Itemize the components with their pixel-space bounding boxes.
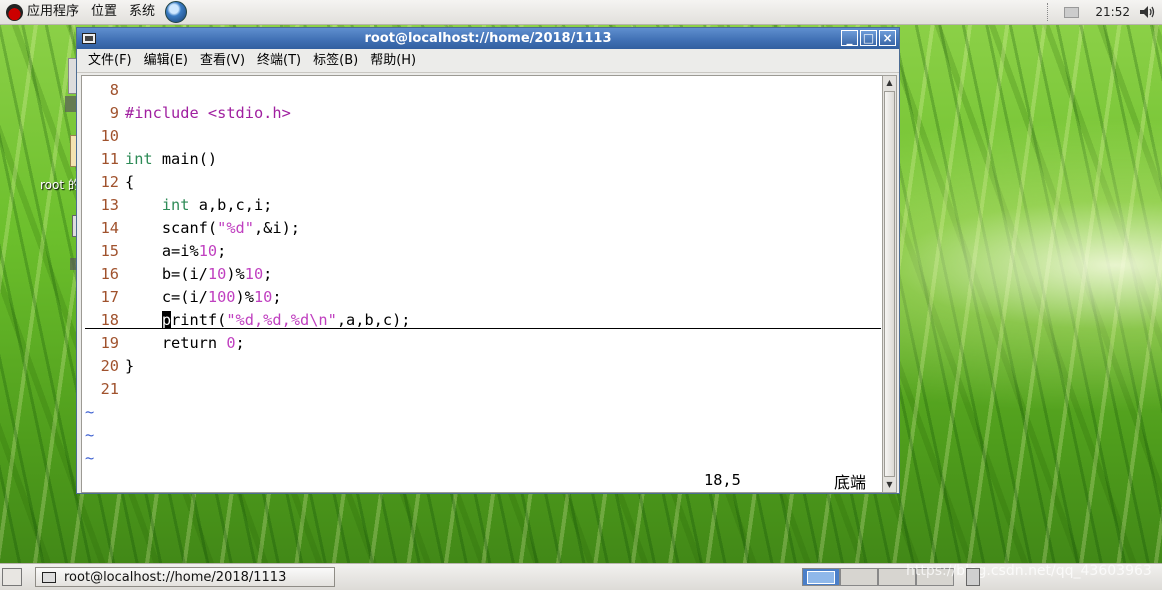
bottom-panel: root@localhost://home/2018/1113 https://… xyxy=(0,563,1162,590)
redhat-icon xyxy=(6,3,23,21)
code-text: b=(i/10)%10; xyxy=(125,265,273,283)
code-line: 19 return 0; xyxy=(85,332,411,355)
cursor-line-underline xyxy=(85,328,881,329)
menu-terminal[interactable]: 终端(T) xyxy=(251,49,307,72)
clock[interactable]: 21:52 xyxy=(1095,5,1130,19)
places-menu[interactable]: 位置 xyxy=(85,0,123,24)
minimize-button[interactable]: _ xyxy=(841,30,858,46)
system-menu[interactable]: 系统 xyxy=(123,0,161,24)
line-number: 14 xyxy=(100,219,119,237)
empty-line-tilde: ~ xyxy=(85,403,95,421)
system-label: 系统 xyxy=(129,4,156,19)
workspace-1[interactable] xyxy=(802,568,840,586)
watermark-text: https://blog.csdn.net/qq_43603963 xyxy=(906,563,1152,579)
code-line: 9 #include <stdio.h> xyxy=(85,102,411,125)
code-text: printf("%d,%d,%d\n",a,b,c); xyxy=(161,311,411,329)
code-line: 10 xyxy=(85,125,411,148)
line-number: 16 xyxy=(100,265,119,283)
workspace-2[interactable] xyxy=(840,568,878,586)
top-panel: 应用程序 位置 系统 21:52 xyxy=(0,0,1162,25)
applications-label: 应用程序 xyxy=(27,4,80,19)
code-text: scanf("%d",&i); xyxy=(125,219,301,237)
line-number: 8 xyxy=(109,81,119,99)
menu-edit[interactable]: 编辑(E) xyxy=(138,49,194,72)
line-number: 19 xyxy=(100,334,119,352)
window-title: root@localhost://home/2018/1113 xyxy=(364,31,612,46)
code-line: 13 int a,b,c,i; xyxy=(85,194,411,217)
cursor-position-readout: 18,5 xyxy=(704,471,741,489)
terminal-icon xyxy=(42,571,56,583)
show-desktop-icon[interactable] xyxy=(2,568,22,586)
code-text: #include <stdio.h> xyxy=(125,104,291,122)
scroll-up-arrow-icon[interactable]: ▲ xyxy=(883,76,896,90)
code-line: 11 int main() xyxy=(85,148,411,171)
line-number: 12 xyxy=(100,173,119,191)
menu-tabs[interactable]: 标签(B) xyxy=(307,49,364,72)
code-line: 14 scanf("%d",&i); xyxy=(85,217,411,240)
menu-file[interactable]: 文件(F) xyxy=(82,49,138,72)
code-line: 16 b=(i/10)%10; xyxy=(85,263,411,286)
line-number: 21 xyxy=(100,380,119,398)
places-label: 位置 xyxy=(91,4,118,19)
line-number: 10 xyxy=(100,127,119,145)
code-text: } xyxy=(125,357,135,375)
terminal-window: root@localhost://home/2018/1113 _ □ × 文件… xyxy=(76,27,900,494)
code-text: int main() xyxy=(125,150,218,168)
scroll-status: 底端 xyxy=(834,473,867,492)
line-number: 15 xyxy=(100,242,119,260)
vim-buffer: 8 9 #include <stdio.h> 10 11 int main() 12 {13 … xyxy=(85,79,411,470)
scroll-down-arrow-icon[interactable]: ▼ xyxy=(883,478,896,492)
code-line: 17 c=(i/100)%10; xyxy=(85,286,411,309)
code-line: 15 a=i%10; xyxy=(85,240,411,263)
code-line: 20} xyxy=(85,355,411,378)
window-titlebar[interactable]: root@localhost://home/2018/1113 _ □ × xyxy=(77,28,899,49)
panel-separator xyxy=(1047,3,1050,21)
close-button[interactable]: × xyxy=(879,30,896,46)
empty-line-tilde: ~ xyxy=(85,449,95,467)
code-line: 8 xyxy=(85,79,411,102)
code-line: 21 xyxy=(85,378,411,401)
volume-icon[interactable] xyxy=(1138,4,1158,20)
terminal-text-area[interactable]: 8 9 #include <stdio.h> 10 11 int main() 12 {13 … xyxy=(81,75,884,493)
web-browser-icon[interactable] xyxy=(165,1,188,23)
home-folder-desktop-label: root 的 xyxy=(40,178,80,192)
line-number: 17 xyxy=(100,288,119,306)
menubar: 文件(F) 编辑(E) 查看(V) 终端(T) 标签(B) 帮助(H) xyxy=(77,49,899,73)
menu-view[interactable]: 查看(V) xyxy=(194,49,251,72)
line-number: 9 xyxy=(109,104,119,122)
applications-menu[interactable]: 应用程序 xyxy=(0,0,85,24)
code-text: int a,b,c,i; xyxy=(161,196,273,214)
line-number: 20 xyxy=(100,357,119,375)
code-text: a=i%10; xyxy=(125,242,227,260)
line-number: 11 xyxy=(100,150,119,168)
line-number: 13 xyxy=(100,196,119,214)
scrollbar-thumb[interactable] xyxy=(884,91,895,477)
vertical-scrollbar[interactable]: ▲ ▼ xyxy=(882,75,897,493)
maximize-button[interactable]: □ xyxy=(860,30,877,46)
trash-icon[interactable] xyxy=(966,568,980,586)
tray-icon[interactable] xyxy=(1064,6,1080,18)
code-text: c=(i/100)%10; xyxy=(125,288,282,306)
code-line: 12 { xyxy=(85,171,411,194)
taskbar-window-button[interactable]: root@localhost://home/2018/1113 xyxy=(35,567,335,587)
taskbar-window-label: root@localhost://home/2018/1113 xyxy=(64,569,287,585)
menu-help[interactable]: 帮助(H) xyxy=(364,49,422,72)
code-text: { xyxy=(125,173,135,191)
empty-line-tilde: ~ xyxy=(85,426,95,444)
code-text: return 0; xyxy=(125,334,245,352)
